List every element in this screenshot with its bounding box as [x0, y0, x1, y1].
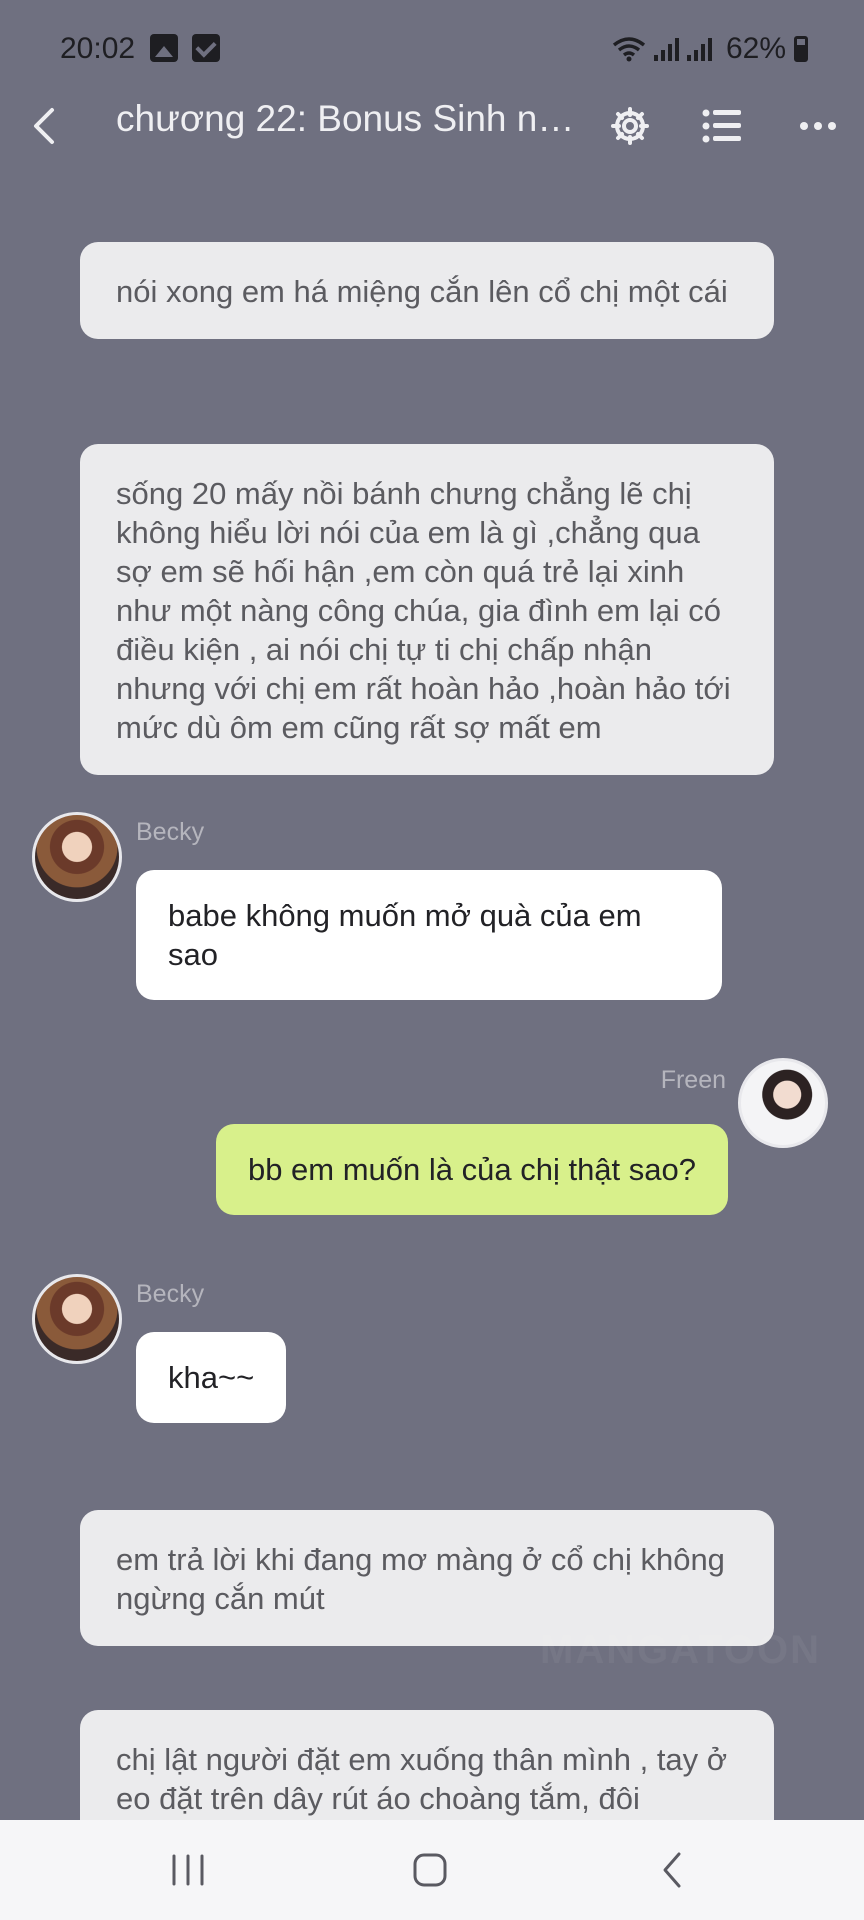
wifi-icon: [612, 37, 646, 62]
narration-bubble: em trả lời khi đang mơ màng ở cổ chị khô…: [80, 1510, 774, 1646]
signal-icon-2: [686, 37, 712, 61]
system-indicators: 62%: [612, 32, 808, 66]
battery-icon: [794, 36, 808, 62]
chapter-title: chương 22: Bonus Sinh nh...: [116, 98, 586, 139]
settings-button[interactable]: [602, 96, 658, 156]
sender-name: Becky: [136, 818, 205, 846]
battery-percent: 62%: [725, 32, 786, 65]
task-notification-icon: [192, 34, 220, 62]
narration-bubble: sống 20 mấy nồi bánh chưng chẳng lẽ chị …: [80, 444, 774, 775]
sender-name: Becky: [136, 1280, 205, 1308]
recent-apps-icon: [172, 1854, 204, 1886]
system-back-button[interactable]: [612, 1820, 732, 1920]
more-options-button[interactable]: [790, 96, 846, 156]
system-navigation-bar: [0, 1820, 864, 1920]
status-bar: 20:02 62%: [0, 0, 864, 88]
watermark: MANGATOON: [540, 1628, 821, 1672]
message-bubble-right: bb em muốn là của chị thật sao?: [215, 1124, 728, 1215]
app-bar: chương 22: Bonus Sinh nh...: [0, 88, 864, 164]
home-icon: [413, 1853, 447, 1887]
back-chevron-icon: [663, 1852, 681, 1888]
more-dots-icon: [800, 122, 836, 130]
back-chevron-icon: [34, 108, 54, 144]
message-bubble-left: kha~~: [136, 1332, 287, 1423]
narration-bubble: nói xong em há miệng cắn lên cổ chị một …: [80, 242, 774, 339]
list-icon: [702, 109, 741, 143]
back-button[interactable]: [14, 96, 74, 156]
chapter-list-button[interactable]: [694, 96, 750, 156]
avatar-becky[interactable]: [32, 812, 122, 902]
home-button[interactable]: [370, 1820, 490, 1920]
sender-name: Freen: [660, 1066, 726, 1094]
avatar-becky[interactable]: [32, 1274, 122, 1364]
signal-icon-1: [653, 37, 679, 61]
gear-icon: [611, 107, 649, 145]
status-time: 20:02: [60, 32, 136, 65]
notification-icons: [150, 34, 220, 62]
avatar-freen[interactable]: [738, 1058, 828, 1148]
image-notification-icon: [150, 34, 178, 62]
recent-apps-button[interactable]: [128, 1820, 248, 1920]
message-bubble-left: babe không muốn mở quà của em sao: [136, 870, 722, 1000]
